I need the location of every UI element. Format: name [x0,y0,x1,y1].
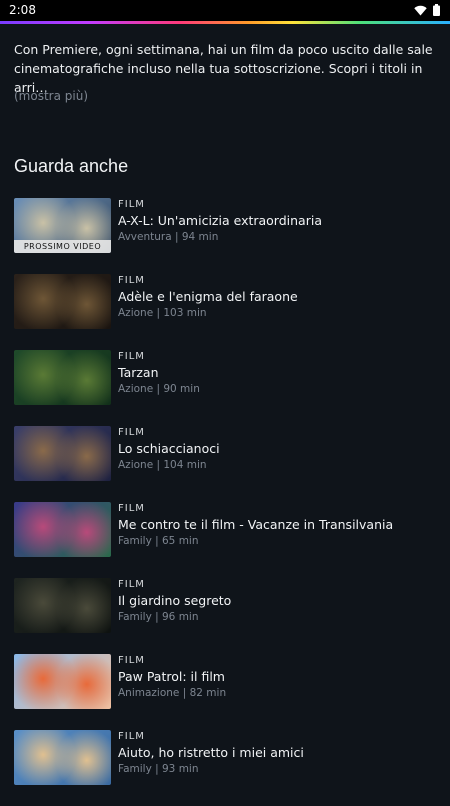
item-title[interactable]: Me contro te il film - Vacanze in Transi… [118,516,438,533]
item-genre-duration: Family | 93 min [118,763,199,775]
list-item[interactable]: FILM Lo schiaccianoci Azione | 104 min [14,426,444,502]
item-kind: FILM [118,655,145,666]
item-kind: FILM [118,579,145,590]
wifi-icon [414,5,427,15]
item-meta: FILM Aiuto, ho ristretto i miei amici Fami… [118,730,438,776]
item-title[interactable]: Il giardino segreto [118,592,438,609]
related-list: PROSSIMO VIDEO FILM A-X-L: Un'amicizia ext… [14,198,444,806]
thumbnail[interactable] [14,578,111,633]
item-meta: FILM Lo schiaccianoci Azione | 104 min [118,426,438,472]
item-kind: FILM [118,275,145,286]
thumbnail[interactable] [14,654,111,709]
item-genre-duration: Family | 96 min [118,611,199,623]
thumbnail[interactable] [14,274,111,329]
thumbnail[interactable] [14,502,111,557]
list-item[interactable]: FILM Me contro te il film - Vacanze in Tr… [14,502,444,578]
thumbnail[interactable] [14,350,111,405]
thumbnail[interactable]: PROSSIMO VIDEO [14,198,111,253]
item-title[interactable]: Lo schiaccianoci [118,440,438,457]
item-title[interactable]: Paw Patrol: il film [118,668,438,685]
item-meta: FILM Me contro te il film - Vacanze in Tr… [118,502,438,548]
item-genre-duration: Avventura | 94 min [118,231,219,243]
item-meta: FILM A-X-L: Un'amicizia extraordinaria Avv… [118,198,438,244]
item-genre-duration: Azione | 103 min [118,307,207,319]
thumbnail[interactable] [14,730,111,785]
item-genre-duration: Animazione | 82 min [118,687,227,699]
section-title: Guarda anche [14,156,129,176]
item-title[interactable]: Aiuto, ho ristretto i miei amici [118,744,438,761]
item-title[interactable]: Tarzan [118,364,438,381]
item-genre-duration: Family | 65 min [118,535,199,547]
status-icons [414,4,440,16]
item-kind: FILM [118,199,145,210]
item-kind: FILM [118,503,145,514]
item-genre-duration: Azione | 104 min [118,459,207,471]
thumbnail[interactable] [14,426,111,481]
status-time: 2:08 [9,3,36,17]
list-item[interactable]: FILM Tarzan Azione | 90 min [14,350,444,426]
battery-icon [433,4,440,16]
item-title[interactable]: A-X-L: Un'amicizia extraordinaria [118,212,438,229]
list-item[interactable]: FILM Adèle e l'enigma del faraone Azione |… [14,274,444,350]
list-item[interactable]: FILM Aiuto, ho ristretto i miei amici Fami… [14,730,444,806]
item-kind: FILM [118,351,145,362]
item-meta: FILM Tarzan Azione | 90 min [118,350,438,396]
next-video-badge: PROSSIMO VIDEO [14,240,111,253]
item-genre-duration: Azione | 90 min [118,383,200,395]
item-meta: FILM Adèle e l'enigma del faraone Azione |… [118,274,438,320]
item-title[interactable]: Adèle e l'enigma del faraone [118,288,438,305]
status-bar: 2:08 [0,0,450,21]
show-more-link[interactable]: (mostra più) [14,89,88,103]
item-meta: FILM Paw Patrol: il film Animazione | 82 m… [118,654,438,700]
brand-gradient-bar [0,21,450,24]
list-item[interactable]: FILM Il giardino segreto Family | 96 min [14,578,444,654]
item-meta: FILM Il giardino segreto Family | 96 min [118,578,438,624]
item-kind: FILM [118,427,145,438]
list-item[interactable]: PROSSIMO VIDEO FILM A-X-L: Un'amicizia ext… [14,198,444,274]
list-item[interactable]: FILM Paw Patrol: il film Animazione | 82 m… [14,654,444,730]
item-kind: FILM [118,731,145,742]
